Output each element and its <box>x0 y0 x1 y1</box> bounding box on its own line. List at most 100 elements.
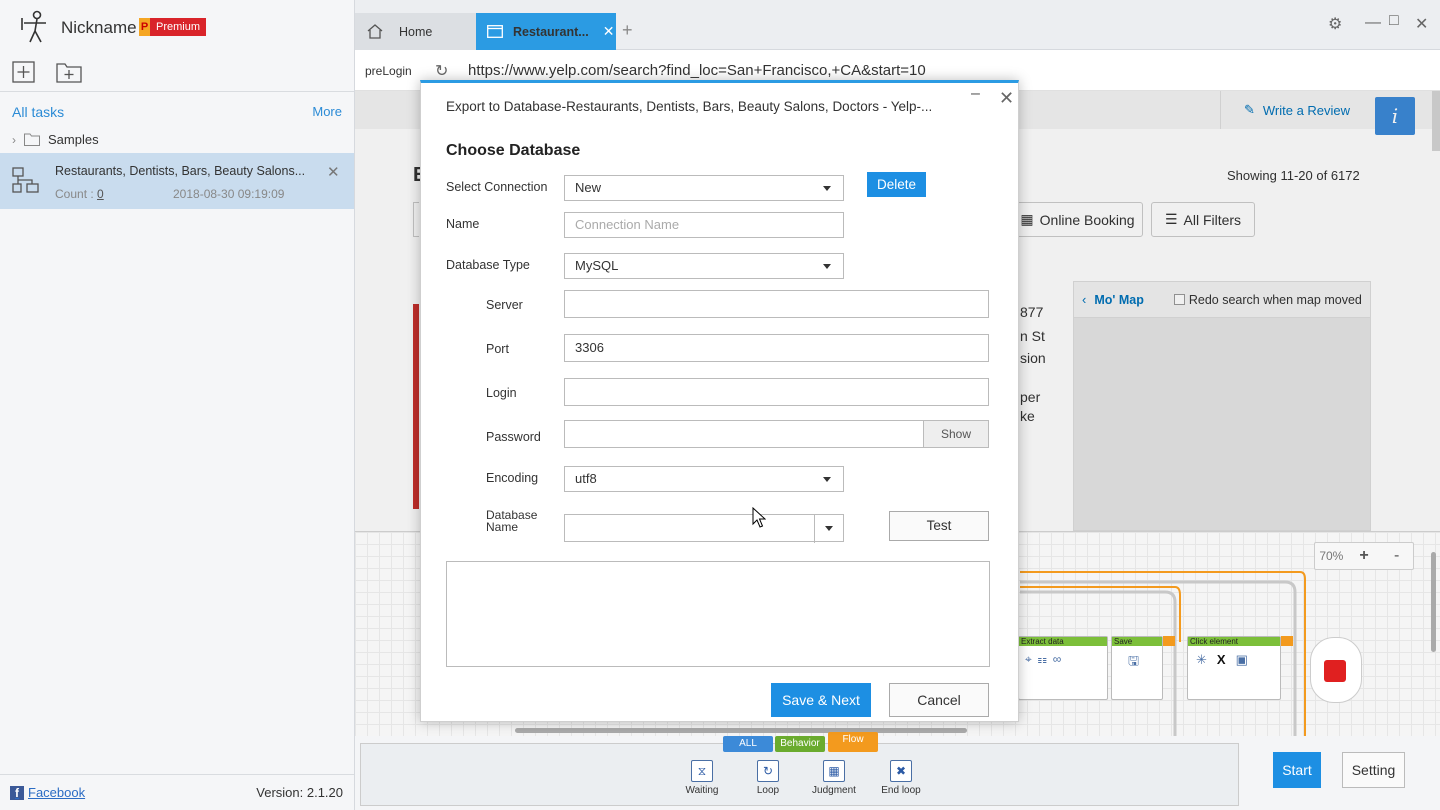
dialog-heading: Choose Database <box>446 142 581 159</box>
gear-icon[interactable]: ⚙ <box>1328 14 1342 34</box>
zoom-out-button[interactable]: - <box>1380 547 1413 565</box>
tab-restaurants[interactable]: Restaurant... ✕ <box>476 13 616 50</box>
extract-data-node[interactable]: Extract data ⌖☷∞ <box>1018 636 1108 700</box>
setting-button[interactable]: Setting <box>1342 752 1405 788</box>
database-type-dropdown[interactable]: MySQL <box>564 253 844 279</box>
chevron-right-icon[interactable]: › <box>12 133 16 147</box>
cancel-button[interactable]: Cancel <box>889 683 989 717</box>
database-type-value: MySQL <box>575 258 619 273</box>
chevron-down-icon[interactable] <box>814 515 843 543</box>
premium-p: P <box>139 18 150 36</box>
facebook-icon: f <box>10 785 24 800</box>
stop-icon <box>1324 660 1346 682</box>
all-tasks-link[interactable]: All tasks <box>12 104 64 120</box>
user-nickname[interactable]: Nickname <box>61 18 137 38</box>
extract-data-label: Extract data <box>1019 637 1107 646</box>
server-input[interactable] <box>564 290 989 318</box>
premium-badge[interactable]: P Premium <box>139 18 207 36</box>
new-tab-button[interactable]: + <box>622 20 633 41</box>
judgment-icon: ▦ <box>823 760 845 782</box>
tab-home-label: Home <box>399 24 433 39</box>
new-task-icon[interactable] <box>12 61 36 83</box>
palette-item-label: End loop <box>881 785 921 796</box>
minimize-icon[interactable]: — <box>1365 14 1381 32</box>
tab-home[interactable]: Home <box>355 13 476 50</box>
save-next-button[interactable]: Save & Next <box>771 683 871 717</box>
name-label: Name <box>446 217 480 231</box>
connection-name-input[interactable]: Connection Name <box>564 212 844 238</box>
zoom-in-button[interactable]: + <box>1348 547 1381 565</box>
flow-horizontal-scrollbar[interactable] <box>515 728 967 733</box>
end-node[interactable] <box>1310 637 1362 703</box>
folder-icon <box>24 133 40 146</box>
bottom-toolbar: ALL Behavior Flow ⧖ Waiting ↻ Loop ▦ Jud… <box>355 732 1440 810</box>
url-field[interactable]: https://www.yelp.com/search?find_loc=San… <box>468 62 926 79</box>
close-window-icon[interactable]: ✕ <box>1415 14 1428 34</box>
login-input[interactable] <box>564 378 989 406</box>
end-loop-icon: ✖ <box>890 760 912 782</box>
zoom-level: 70% <box>1319 549 1344 563</box>
node-connector <box>1163 636 1175 646</box>
close-icon[interactable]: ✕ <box>999 88 1014 109</box>
node-action-icons: ⌖☷∞ <box>1025 652 1068 666</box>
task-count: Count : 0 <box>55 187 104 201</box>
select-connection-dropdown[interactable]: New <box>564 175 844 201</box>
connection-log-box <box>446 561 990 667</box>
show-password-button[interactable]: Show <box>923 420 989 448</box>
reload-icon[interactable]: ↻ <box>435 61 448 81</box>
password-input[interactable] <box>564 420 924 448</box>
delete-button[interactable]: Delete <box>867 172 926 197</box>
encoding-value: utf8 <box>575 471 597 486</box>
login-label: Login <box>486 386 517 400</box>
click-element-label: Click element <box>1188 637 1280 646</box>
click-element-node[interactable]: Click element ✳X▣ <box>1187 636 1281 700</box>
zoom-control: 70% + - <box>1314 542 1414 570</box>
encoding-dropdown[interactable]: utf8 <box>564 466 844 492</box>
database-type-label: Database Type <box>446 258 530 272</box>
folder-samples[interactable]: › Samples <box>12 132 99 147</box>
tab-restaurants-label: Restaurant... <box>513 24 589 39</box>
close-icon[interactable]: ✕ <box>327 163 340 181</box>
palette-item-judgment[interactable]: ▦ Judgment <box>804 760 864 796</box>
tab-bar: Home Restaurant... ✕ + ⚙ — □ ✕ <box>355 0 1440 50</box>
prelogin-button[interactable]: preLogin <box>365 64 412 78</box>
save-icon: 🖫 <box>1128 653 1140 668</box>
loop-icon: ↻ <box>757 760 779 782</box>
palette-tab-all[interactable]: ALL <box>723 736 773 752</box>
version-label: Version: 2.1.20 <box>256 785 343 800</box>
browser-tab-icon <box>487 25 503 38</box>
task-count-value[interactable]: 0 <box>97 187 104 201</box>
new-folder-icon[interactable] <box>56 61 82 83</box>
facebook-label: Facebook <box>28 785 86 800</box>
home-icon <box>367 24 383 39</box>
action-palette: ALL Behavior Flow ⧖ Waiting ↻ Loop ▦ Jud… <box>360 732 1239 806</box>
mouse-cursor-icon <box>752 507 766 528</box>
logo-icon <box>21 10 46 43</box>
task-date: 2018-08-30 09:19:09 <box>173 187 285 201</box>
facebook-link[interactable]: f Facebook <box>10 785 85 800</box>
start-button[interactable]: Start <box>1273 752 1321 788</box>
task-item[interactable]: Restaurants, Dentists, Bars, Beauty Salo… <box>0 153 354 209</box>
palette-item-waiting[interactable]: ⧖ Waiting <box>672 760 732 796</box>
palette-item-loop[interactable]: ↻ Loop <box>738 760 798 796</box>
palette-item-label: Waiting <box>685 785 719 796</box>
close-icon[interactable]: ✕ <box>603 23 615 40</box>
maximize-icon[interactable]: □ <box>1389 12 1399 30</box>
palette-tab-flow[interactable]: Flow <box>828 732 878 752</box>
task-title: Restaurants, Dentists, Bars, Beauty Salo… <box>55 164 306 178</box>
port-input[interactable]: 3306 <box>564 334 989 362</box>
flow-vertical-scrollbar[interactable] <box>1431 552 1436 652</box>
palette-item-end-loop[interactable]: ✖ End loop <box>871 760 931 796</box>
database-name-combobox[interactable] <box>564 514 844 543</box>
more-link[interactable]: More <box>312 104 342 119</box>
select-connection-value: New <box>575 180 602 195</box>
hourglass-icon: ⧖ <box>691 760 713 782</box>
minimize-icon[interactable]: – <box>971 85 980 103</box>
page-scrollbar[interactable] <box>1432 91 1440 151</box>
premium-label: Premium <box>150 18 207 36</box>
test-button[interactable]: Test <box>889 511 989 541</box>
server-label: Server <box>486 298 523 312</box>
save-node[interactable]: Save 🖫 <box>1111 636 1163 700</box>
flow-task-icon <box>12 167 39 193</box>
palette-tab-behavior[interactable]: Behavior <box>775 736 825 752</box>
